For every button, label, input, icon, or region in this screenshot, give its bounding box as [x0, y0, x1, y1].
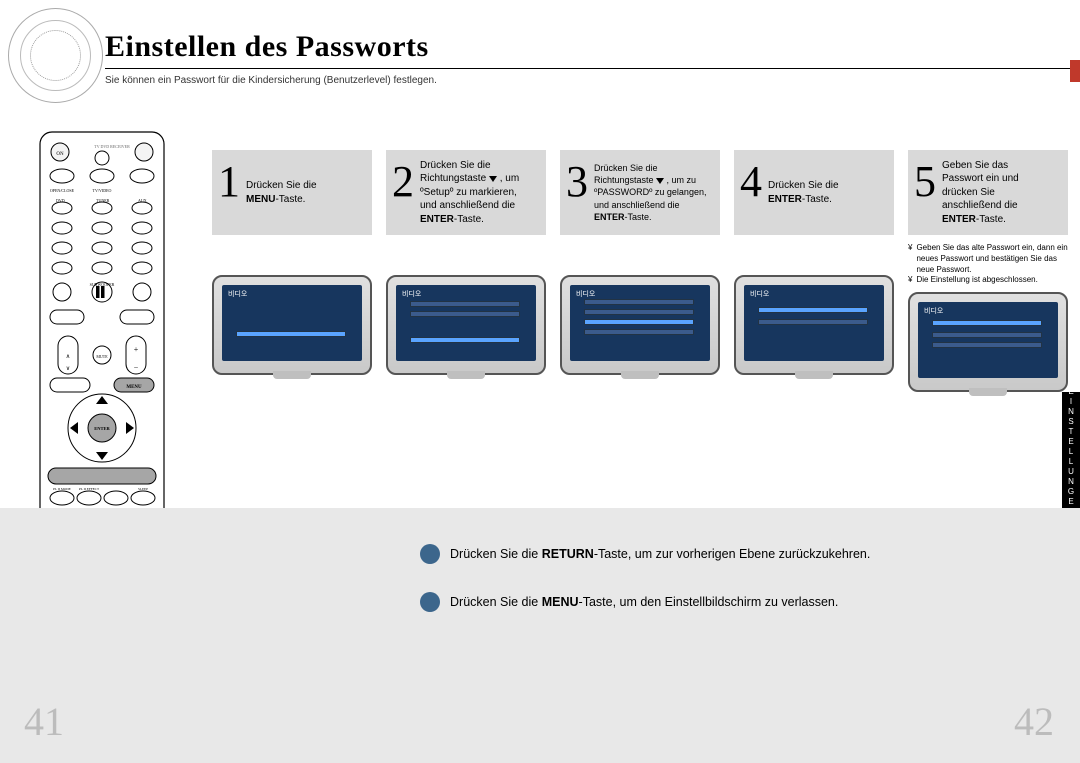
steps-row: 1 Drücken Sie die MENU-Taste. 비디오 2 Drüc…	[212, 150, 1068, 392]
svg-text:TUNER: TUNER	[96, 198, 110, 203]
step-line: MENU-Taste.	[246, 193, 317, 207]
screen-thumb-4: 비디오	[734, 275, 894, 375]
step-4: 4 Drücken Sie die ENTER-Taste. 비디오	[734, 150, 894, 392]
step-line: ENTER-Taste.	[768, 193, 839, 207]
tips-box: Drücken Sie die RETURN-Taste, um zur vor…	[420, 544, 1060, 612]
footnote: Die Einstellung ist abgeschlossen.	[908, 275, 1068, 286]
step-line: Passwort ein und	[942, 172, 1019, 186]
screen-label: 비디오	[228, 289, 247, 299]
step-5-footnotes: Geben Sie das alte Passwort ein, dann ei…	[908, 243, 1068, 286]
step-line: Richtungstaste , um	[420, 172, 519, 186]
svg-text:TV DVD RECEIVER: TV DVD RECEIVER	[94, 144, 130, 149]
step-number: 4	[738, 156, 768, 229]
step-line: ENTER-Taste.	[420, 213, 519, 227]
step-3: 3 Drücken Sie die Richtungstaste , um zu…	[560, 150, 720, 392]
step-line: ºPASSWORDº zu gelangen,	[594, 186, 706, 198]
title-rule	[105, 68, 1070, 69]
step-number: 1	[216, 156, 246, 229]
screen-thumb-1: 비디오	[212, 275, 372, 375]
lower-panel: Drücken Sie die RETURN-Taste, um zur vor…	[0, 508, 1080, 763]
screen-label: 비디오	[576, 289, 595, 299]
step-line: Drücken Sie die	[420, 159, 519, 173]
screen-thumb-2: 비디오	[386, 275, 546, 375]
step-line: ºSetupº zu markieren,	[420, 186, 519, 200]
step-line: Drücken Sie die	[768, 179, 839, 193]
page-number-right: 42	[1014, 698, 1054, 745]
title-block: Einstellen des Passworts Sie können ein …	[105, 30, 1080, 86]
step-line: und anschließend die	[594, 199, 706, 211]
step-line: Drücken Sie die	[594, 162, 706, 174]
step-line: Geben Sie das	[942, 159, 1019, 173]
step-5: 5 Geben Sie das Passwort ein und drücken…	[908, 150, 1068, 392]
step-2: 2 Drücken Sie die Richtungstaste , um ºS…	[386, 150, 546, 392]
step-2-head: 2 Drücken Sie die Richtungstaste , um ºS…	[386, 150, 546, 235]
tip-text: Drücken Sie die MENU-Taste, um den Einst…	[450, 595, 838, 609]
svg-text:+: +	[134, 345, 139, 354]
svg-text:AUX: AUX	[138, 198, 147, 203]
svg-text:PL II EFFECT: PL II EFFECT	[79, 487, 100, 491]
step-line: anschließend die	[942, 199, 1019, 213]
step-line: ENTER-Taste.	[594, 211, 706, 223]
step-text: Geben Sie das Passwort ein und drücken S…	[942, 156, 1019, 229]
svg-text:OPEN/CLOSE: OPEN/CLOSE	[50, 188, 75, 193]
step-line: drücken Sie	[942, 186, 1019, 200]
step-text: Drücken Sie die ENTER-Taste.	[768, 156, 839, 229]
tip-return: Drücken Sie die RETURN-Taste, um zur vor…	[420, 544, 1060, 564]
screen-label: 비디오	[750, 289, 769, 299]
step-5-head: 5 Geben Sie das Passwort ein und drücken…	[908, 150, 1068, 235]
down-triangle-icon	[656, 178, 664, 184]
step-text: Drücken Sie die MENU-Taste.	[246, 156, 317, 229]
svg-text:∧: ∧	[66, 354, 70, 360]
svg-text:ON: ON	[56, 152, 64, 157]
step-line: und anschließend die	[420, 199, 519, 213]
svg-text:SUBWOOFER: SUBWOOFER	[90, 282, 115, 287]
svg-text:DVD: DVD	[56, 198, 65, 203]
svg-text:MUTE: MUTE	[96, 354, 108, 359]
bullet-icon	[420, 544, 440, 564]
step-number: 5	[912, 156, 942, 229]
svg-text:TV/VIDEO: TV/VIDEO	[93, 188, 112, 193]
svg-text:PL II MODE: PL II MODE	[53, 487, 71, 491]
svg-text:ENTER: ENTER	[94, 426, 110, 431]
side-tab-einstellungen: EINSTELLUNGEN	[1062, 392, 1080, 512]
svg-text:−: −	[134, 363, 139, 372]
footnote: Geben Sie das alte Passwort ein, dann ei…	[908, 243, 1068, 275]
tip-text: Drücken Sie die RETURN-Taste, um zur vor…	[450, 547, 870, 561]
tip-menu: Drücken Sie die MENU-Taste, um den Einst…	[420, 592, 1060, 612]
step-4-head: 4 Drücken Sie die ENTER-Taste.	[734, 150, 894, 235]
down-triangle-icon	[489, 176, 497, 182]
screen-thumb-5: 비디오	[908, 292, 1068, 392]
step-3-head: 3 Drücken Sie die Richtungstaste , um zu…	[560, 150, 720, 235]
page-number-left: 41	[24, 698, 64, 745]
step-text: Drücken Sie die Richtungstaste , um ºSet…	[420, 156, 519, 229]
corner-ornament	[8, 8, 103, 103]
screen-thumb-3: 비디오	[560, 275, 720, 375]
page-subtitle: Sie können ein Passwort für die Kindersi…	[105, 75, 1080, 86]
step-text: Drücken Sie die Richtungstaste , um zu º…	[594, 156, 706, 229]
step-number: 2	[390, 156, 420, 229]
step-line: ENTER-Taste.	[942, 213, 1019, 227]
step-1-head: 1 Drücken Sie die MENU-Taste.	[212, 150, 372, 235]
bullet-icon	[420, 592, 440, 612]
svg-text:∨: ∨	[66, 366, 70, 372]
step-line: Drücken Sie die	[246, 179, 317, 193]
svg-text:SLEEP: SLEEP	[138, 487, 148, 491]
screen-label: 비디오	[924, 306, 943, 316]
page-title: Einstellen des Passworts	[105, 30, 1080, 64]
step-line: Richtungstaste , um zu	[594, 174, 706, 186]
step-1: 1 Drücken Sie die MENU-Taste. 비디오	[212, 150, 372, 392]
step-number: 3	[564, 156, 594, 229]
screen-label: 비디오	[402, 289, 421, 299]
svg-text:MENU: MENU	[126, 385, 142, 390]
